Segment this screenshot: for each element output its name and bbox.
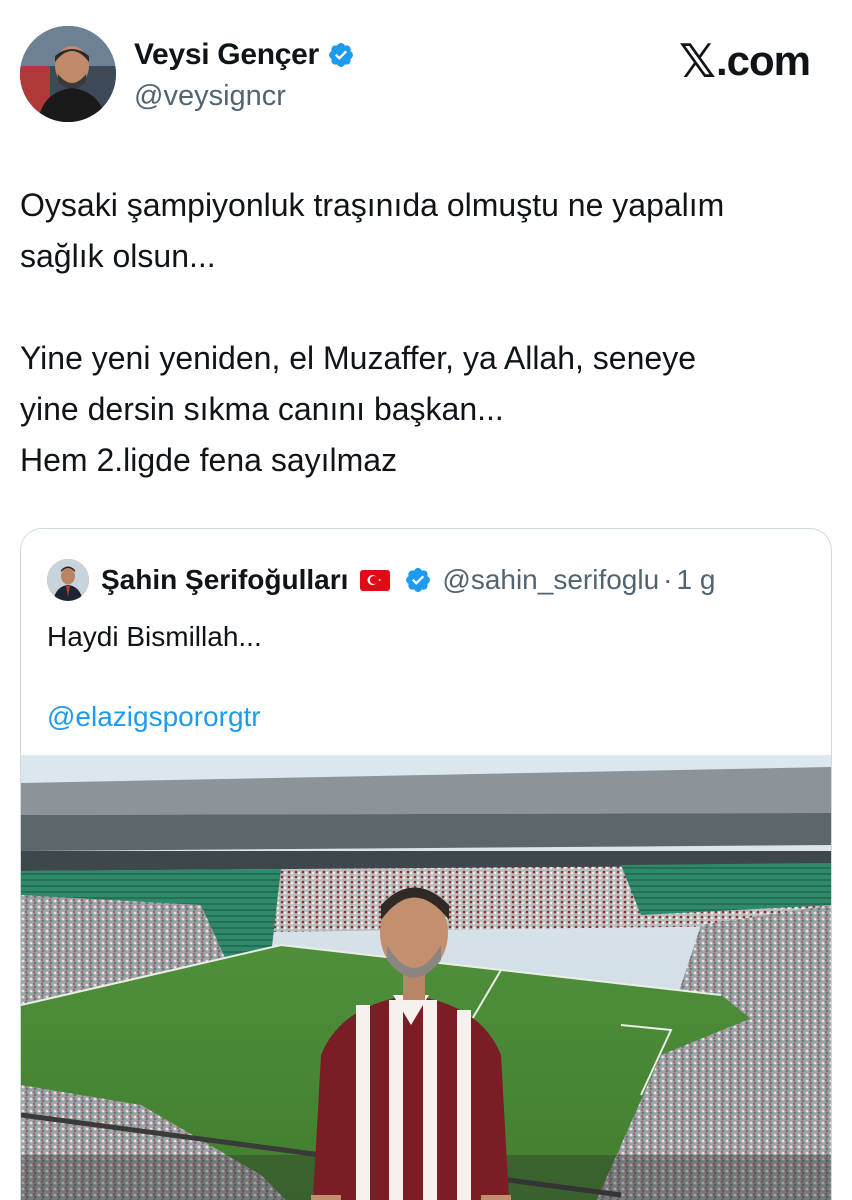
verified-badge-icon [328,43,353,67]
quoted-tweet-card[interactable]: Şahin Şerifoğulları @sahin_serifoglu · 1… [20,528,832,1200]
quoted-verified-badge-icon [406,568,431,592]
stadium-photo-image [21,755,831,1200]
tweet-header: Veysi Gençer @veysigncr 𝕏 .com [20,26,832,126]
quoted-tweet-photo[interactable] [21,755,831,1200]
quoted-tweet-text: Haydi Bismillah... [47,621,262,652]
quoted-tweet-header: Şahin Şerifoğulları @sahin_serifoglu · 1… [47,559,715,601]
avatar-image [20,26,116,122]
tweet-text: Oysaki şampiyonluk traşınıda olmuştu ne … [20,187,725,478]
quoted-timestamp[interactable]: 1 g [677,564,716,596]
quoted-author-display-name[interactable]: Şahin Şerifoğulları [101,564,348,596]
x-logo-label: .com [715,37,811,84]
turkey-flag-icon [360,569,391,591]
quoted-author-handle[interactable]: @sahin_serifoglu [442,564,659,596]
quoted-author-avatar[interactable] [47,559,89,601]
author-avatar[interactable] [20,26,116,122]
x-com-logo: 𝕏 .com [678,34,811,88]
x-logo-icon: 𝕏 [678,35,716,87]
author-handle[interactable]: @veysigncr [134,80,286,113]
quoted-mention-link[interactable]: @elazigspororgtr [47,701,261,733]
author-display-name[interactable]: Veysi Gençer [134,38,319,72]
quoted-separator: · [663,564,673,595]
quoted-avatar-image [47,559,89,601]
author-name-row: Veysi Gençer [134,38,355,72]
